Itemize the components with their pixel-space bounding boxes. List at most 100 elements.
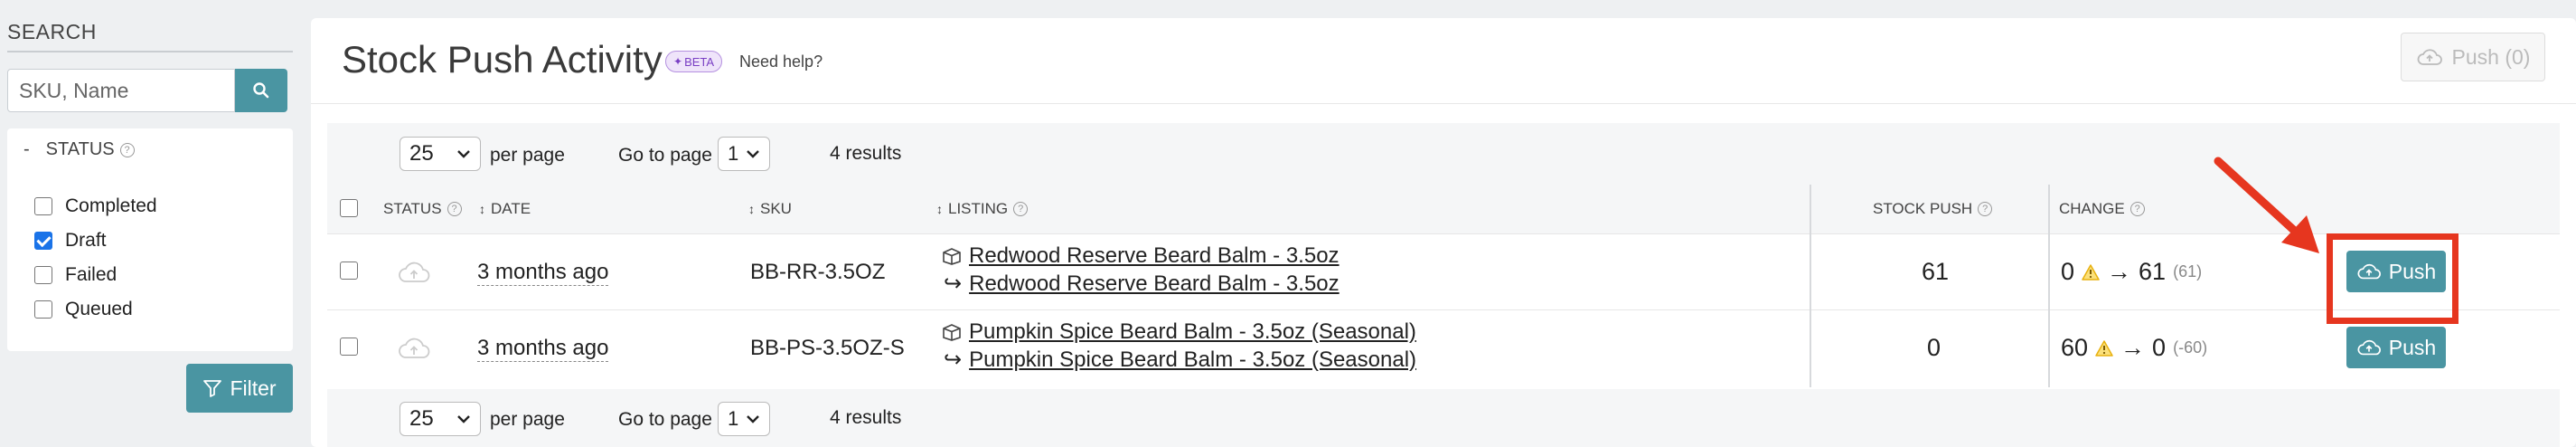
page-value: 1	[728, 142, 739, 165]
cloud-upload-icon	[399, 338, 430, 358]
row-sku: BB-RR-3.5OZ	[750, 260, 886, 284]
change-from: 0	[2061, 258, 2075, 285]
change-diff: (61)	[2173, 262, 2203, 281]
cloud-upload-icon	[399, 262, 430, 282]
go-to-page-label: Go to page	[618, 145, 712, 166]
chevron-down-icon	[747, 150, 759, 158]
column-divider	[2048, 185, 2050, 387]
listing-secondary[interactable]: ↪ Redwood Reserve Beard Balm - 3.5oz	[944, 271, 1340, 297]
row-change: 0 → 61 (61)	[2061, 258, 2202, 286]
listing-primary[interactable]: Pumpkin Spice Beard Balm - 3.5oz (Season…	[942, 319, 1416, 345]
per-page-select[interactable]: 25	[400, 137, 481, 171]
column-label: SKU	[760, 200, 792, 217]
cloud-upload-icon	[2357, 339, 2381, 356]
sort-icon: ↕	[936, 202, 943, 216]
arrow-right: →	[2107, 258, 2132, 285]
checkbox[interactable]	[34, 197, 52, 215]
status-filter-label: STATUS	[45, 139, 115, 159]
per-page-label: per page	[490, 409, 565, 430]
results-count: 4 results	[830, 407, 902, 428]
column-label: STOCK PUSH	[1873, 200, 1973, 217]
help-icon[interactable]: ?	[1978, 202, 1993, 216]
row-date: 3 months ago	[477, 260, 609, 286]
box-icon	[943, 248, 961, 265]
row-checkbox[interactable]	[340, 262, 358, 280]
divider	[311, 103, 2576, 104]
chevron-down-icon	[747, 415, 759, 423]
listing-secondary[interactable]: ↪ Pumpkin Spice Beard Balm - 3.5oz (Seas…	[944, 347, 1416, 373]
search-title: SEARCH	[7, 20, 97, 43]
checkbox[interactable]	[34, 232, 52, 250]
divider	[7, 51, 293, 52]
need-help-link[interactable]: Need help?	[739, 52, 823, 71]
column-listing[interactable]: ↕ LISTING ?	[936, 185, 1029, 233]
column-label: LISTING	[948, 200, 1009, 217]
results-count: 4 results	[830, 143, 902, 164]
chevron-down-icon	[457, 150, 470, 158]
page-title: Stock Push Activity	[342, 38, 663, 81]
help-icon[interactable]: ?	[447, 202, 462, 216]
status-filter-panel: - STATUS ? Completed Draft Failed Queued	[7, 128, 293, 351]
sidebar: SEARCH - STATUS ? Completed Draft Failed…	[0, 0, 298, 447]
filter-button-label: Filter	[230, 376, 277, 400]
push-button-label: Push	[2388, 335, 2437, 359]
reply-arrow-icon: ↪	[944, 347, 963, 372]
filter-queued[interactable]: Queued	[34, 299, 133, 320]
listing-secondary-text: Pumpkin Spice Beard Balm - 3.5oz (Season…	[969, 347, 1417, 372]
page-value: 1	[728, 407, 739, 430]
row-change: 60 → 0 (-60)	[2061, 334, 2207, 362]
column-date[interactable]: ↕ DATE	[479, 185, 531, 233]
status-filter-toggle[interactable]: - STATUS ?	[24, 139, 135, 160]
column-stock-push: STOCK PUSH ?	[1873, 185, 1993, 233]
box-icon	[943, 324, 961, 341]
per-page-value: 25	[409, 406, 434, 431]
annotation-highlight-box	[2327, 233, 2458, 324]
filter-draft[interactable]: Draft	[34, 230, 107, 252]
page-select[interactable]: 1	[718, 402, 770, 436]
row-stock-push: 0	[1927, 334, 1941, 361]
per-page-value: 25	[409, 141, 434, 166]
change-to: 61	[2139, 258, 2167, 285]
search-input[interactable]	[7, 69, 235, 112]
filter-label: Queued	[65, 299, 133, 319]
checkbox[interactable]	[34, 300, 52, 319]
select-all-checkbox[interactable]	[340, 199, 358, 217]
warning-icon	[2082, 263, 2100, 281]
arrow-right: →	[2120, 334, 2146, 361]
column-status: STATUS ?	[383, 185, 462, 233]
row-checkbox[interactable]	[340, 338, 358, 356]
page-select[interactable]: 1	[718, 137, 770, 171]
filter-label: Draft	[65, 230, 107, 251]
filter-label: Failed	[65, 264, 118, 285]
beta-label: BETA	[684, 54, 715, 69]
column-sku[interactable]: ↕ SKU	[748, 185, 792, 233]
listing-primary-text: Pumpkin Spice Beard Balm - 3.5oz (Season…	[969, 319, 1416, 344]
column-label: STATUS	[383, 200, 442, 217]
change-diff: (-60)	[2173, 338, 2208, 357]
push-button[interactable]: Push	[2346, 327, 2446, 368]
per-page-select[interactable]: 25	[400, 402, 481, 436]
filter-completed[interactable]: Completed	[34, 195, 157, 217]
help-icon[interactable]: ?	[1013, 202, 1029, 216]
listing-primary-text: Redwood Reserve Beard Balm - 3.5oz	[969, 243, 1340, 268]
column-change: CHANGE ?	[2059, 185, 2145, 233]
warning-icon	[2095, 339, 2113, 357]
filter-label: Completed	[65, 195, 157, 216]
search-button[interactable]	[235, 69, 287, 112]
checkbox[interactable]	[34, 266, 52, 284]
sort-icon: ↕	[479, 202, 485, 216]
listing-primary[interactable]: Redwood Reserve Beard Balm - 3.5oz	[942, 243, 1340, 269]
pagination-bottom: 25 per page Go to page 1 4 results	[327, 389, 2560, 447]
annotation-arrow	[2214, 157, 2319, 253]
filter-button[interactable]: Filter	[186, 364, 293, 413]
change-to: 0	[2152, 334, 2167, 361]
go-to-page-label: Go to page	[618, 409, 712, 430]
help-icon[interactable]: ?	[119, 142, 135, 157]
change-from: 60	[2061, 334, 2089, 361]
filter-failed[interactable]: Failed	[34, 264, 117, 286]
beta-badge: ✦ BETA	[665, 51, 723, 72]
push-all-button[interactable]: Push (0)	[2401, 33, 2545, 81]
search-icon	[253, 82, 269, 99]
funnel-icon	[203, 380, 222, 397]
help-icon[interactable]: ?	[2129, 202, 2145, 216]
